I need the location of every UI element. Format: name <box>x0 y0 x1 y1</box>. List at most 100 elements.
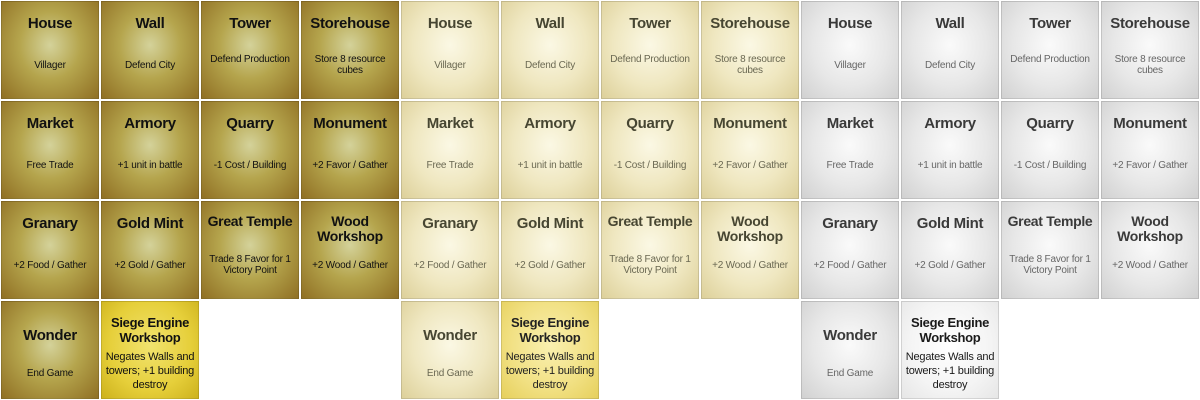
tile-storehouse[interactable]: Storehouse Store 8 resource cubes <box>1101 1 1199 99</box>
tile-storehouse[interactable]: Storehouse Store 8 resource cubes <box>301 1 399 99</box>
tile-granary[interactable]: Granary +2 Food / Gather <box>801 201 899 299</box>
tile-name: Siege Engine Workshop <box>510 315 590 345</box>
tile-name: Tower <box>1029 15 1071 32</box>
tile-wood-workshop[interactable]: Wood Workshop +2 Wood / Gather <box>301 201 399 299</box>
tile-gold-mint[interactable]: Gold Mint +2 Gold / Gather <box>501 201 599 299</box>
tile-name: Monument <box>713 115 787 132</box>
building-tile-sheet-gray: House Villager Wall Defend City Tower De… <box>800 0 1200 400</box>
tile-name: Storehouse <box>310 15 390 32</box>
tile-desc: Trade 8 Favor for 1 Victory Point <box>209 254 291 276</box>
tile-armory[interactable]: Armory +1 unit in battle <box>101 101 199 199</box>
tile-siege-engine-workshop[interactable]: Siege Engine Workshop Negates Walls and … <box>901 301 999 399</box>
tile-name: Gold Mint <box>916 215 984 232</box>
tile-name: House <box>827 15 873 32</box>
tile-name: Armory <box>124 115 176 132</box>
tile-quarry[interactable]: Quarry -1 Cost / Building <box>601 101 699 199</box>
tile-tower[interactable]: Tower Defend Production <box>201 1 299 99</box>
tile-name: Quarry <box>226 115 274 132</box>
tile-name: Tower <box>629 15 671 32</box>
tile-name: Monument <box>313 115 387 132</box>
tile-granary[interactable]: Granary +2 Food / Gather <box>1 201 99 299</box>
tile-wall[interactable]: Wall Defend City <box>901 1 999 99</box>
tile-great-temple[interactable]: Great Temple Trade 8 Favor for 1 Victory… <box>1001 201 1099 299</box>
tile-house[interactable]: House Villager <box>401 1 499 99</box>
tile-market[interactable]: Market Free Trade <box>1 101 99 199</box>
tile-name: Wood Workshop <box>717 213 783 244</box>
tile-siege-engine-workshop[interactable]: Siege Engine Workshop Negates Walls and … <box>501 301 599 399</box>
tile-desc: +2 Gold / Gather <box>114 260 186 271</box>
tile-desc: Villager <box>434 60 466 71</box>
tile-quarry[interactable]: Quarry -1 Cost / Building <box>1001 101 1099 199</box>
tile-wall[interactable]: Wall Defend City <box>101 1 199 99</box>
tile-desc: +2 Favor / Gather <box>1112 160 1188 171</box>
tile-desc: -1 Cost / Building <box>613 160 687 171</box>
tile-desc: +2 Favor / Gather <box>712 160 788 171</box>
building-tile-sheet-olive: House Villager Wall Defend City Tower De… <box>0 0 400 400</box>
tile-desc: Defend City <box>124 60 176 71</box>
tile-house[interactable]: House Villager <box>801 1 899 99</box>
tile-wonder[interactable]: Wonder End Game <box>1 301 99 399</box>
tile-desc: +2 Food / Gather <box>813 260 887 271</box>
tile-wonder[interactable]: Wonder End Game <box>801 301 899 399</box>
tile-gold-mint[interactable]: Gold Mint +2 Gold / Gather <box>101 201 199 299</box>
tile-desc: Defend Production <box>1010 54 1090 65</box>
tile-name: Monument <box>1113 115 1187 132</box>
tile-name: Wall <box>535 15 565 32</box>
tile-desc: Negates Walls and towers; +1 building de… <box>905 351 995 391</box>
tile-desc: Trade 8 Favor for 1 Victory Point <box>609 254 691 276</box>
tile-granary[interactable]: Granary +2 Food / Gather <box>401 201 499 299</box>
tile-desc: -1 Cost / Building <box>1013 160 1087 171</box>
tile-great-temple[interactable]: Great Temple Trade 8 Favor for 1 Victory… <box>201 201 299 299</box>
tile-name: Market <box>426 115 474 132</box>
tile-name: Wonder <box>23 327 77 344</box>
tile-armory[interactable]: Armory +1 unit in battle <box>901 101 999 199</box>
tile-storehouse[interactable]: Storehouse Store 8 resource cubes <box>701 1 799 99</box>
tile-monument[interactable]: Monument +2 Favor / Gather <box>1101 101 1199 199</box>
tile-name: Granary <box>422 215 478 232</box>
tile-desc: Defend City <box>924 60 976 71</box>
tile-great-temple[interactable]: Great Temple Trade 8 Favor for 1 Victory… <box>601 201 699 299</box>
tile-name: Granary <box>22 215 78 232</box>
tile-desc: +2 Favor / Gather <box>312 160 388 171</box>
tile-name: Armory <box>524 115 576 132</box>
tile-desc: +2 Gold / Gather <box>914 260 986 271</box>
tile-gold-mint[interactable]: Gold Mint +2 Gold / Gather <box>901 201 999 299</box>
tile-tower[interactable]: Tower Defend Production <box>1001 1 1099 99</box>
tile-market[interactable]: Market Free Trade <box>801 101 899 199</box>
tile-tower[interactable]: Tower Defend Production <box>601 1 699 99</box>
tile-desc: Villager <box>834 60 866 71</box>
tile-house[interactable]: House Villager <box>1 1 99 99</box>
tile-name: Market <box>26 115 74 132</box>
tile-desc: +2 Gold / Gather <box>514 260 586 271</box>
tile-name: Storehouse <box>1110 15 1190 32</box>
tile-monument[interactable]: Monument +2 Favor / Gather <box>301 101 399 199</box>
tile-desc: End Game <box>426 368 474 379</box>
tile-monument[interactable]: Monument +2 Favor / Gather <box>701 101 799 199</box>
tile-wall[interactable]: Wall Defend City <box>501 1 599 99</box>
tile-armory[interactable]: Armory +1 unit in battle <box>501 101 599 199</box>
tile-wood-workshop[interactable]: Wood Workshop +2 Wood / Gather <box>701 201 799 299</box>
tile-name: Wonder <box>823 327 877 344</box>
tile-name: Quarry <box>626 115 674 132</box>
tile-desc: +1 unit in battle <box>917 160 983 171</box>
tile-desc: +2 Food / Gather <box>13 260 87 271</box>
tile-name: Wall <box>935 15 965 32</box>
tile-name: Great Temple <box>1007 213 1093 229</box>
tile-name: Wood Workshop <box>1117 213 1183 244</box>
tile-desc: End Game <box>826 368 874 379</box>
tile-desc: Villager <box>34 60 66 71</box>
tile-desc: +1 unit in battle <box>117 160 183 171</box>
tile-desc: Free Trade <box>826 160 874 171</box>
tile-siege-engine-workshop[interactable]: Siege Engine Workshop Negates Walls and … <box>101 301 199 399</box>
tile-desc: End Game <box>26 368 74 379</box>
tile-name: Granary <box>822 215 878 232</box>
tile-wonder[interactable]: Wonder End Game <box>401 301 499 399</box>
tile-market[interactable]: Market Free Trade <box>401 101 499 199</box>
tile-desc: +2 Food / Gather <box>413 260 487 271</box>
tile-name: Siege Engine Workshop <box>110 315 190 345</box>
tile-wood-workshop[interactable]: Wood Workshop +2 Wood / Gather <box>1101 201 1199 299</box>
tile-quarry[interactable]: Quarry -1 Cost / Building <box>201 101 299 199</box>
tile-desc: +2 Wood / Gather <box>312 260 388 271</box>
tile-desc: +1 unit in battle <box>517 160 583 171</box>
building-tile-sheet-cream: House Villager Wall Defend City Tower De… <box>400 0 800 400</box>
